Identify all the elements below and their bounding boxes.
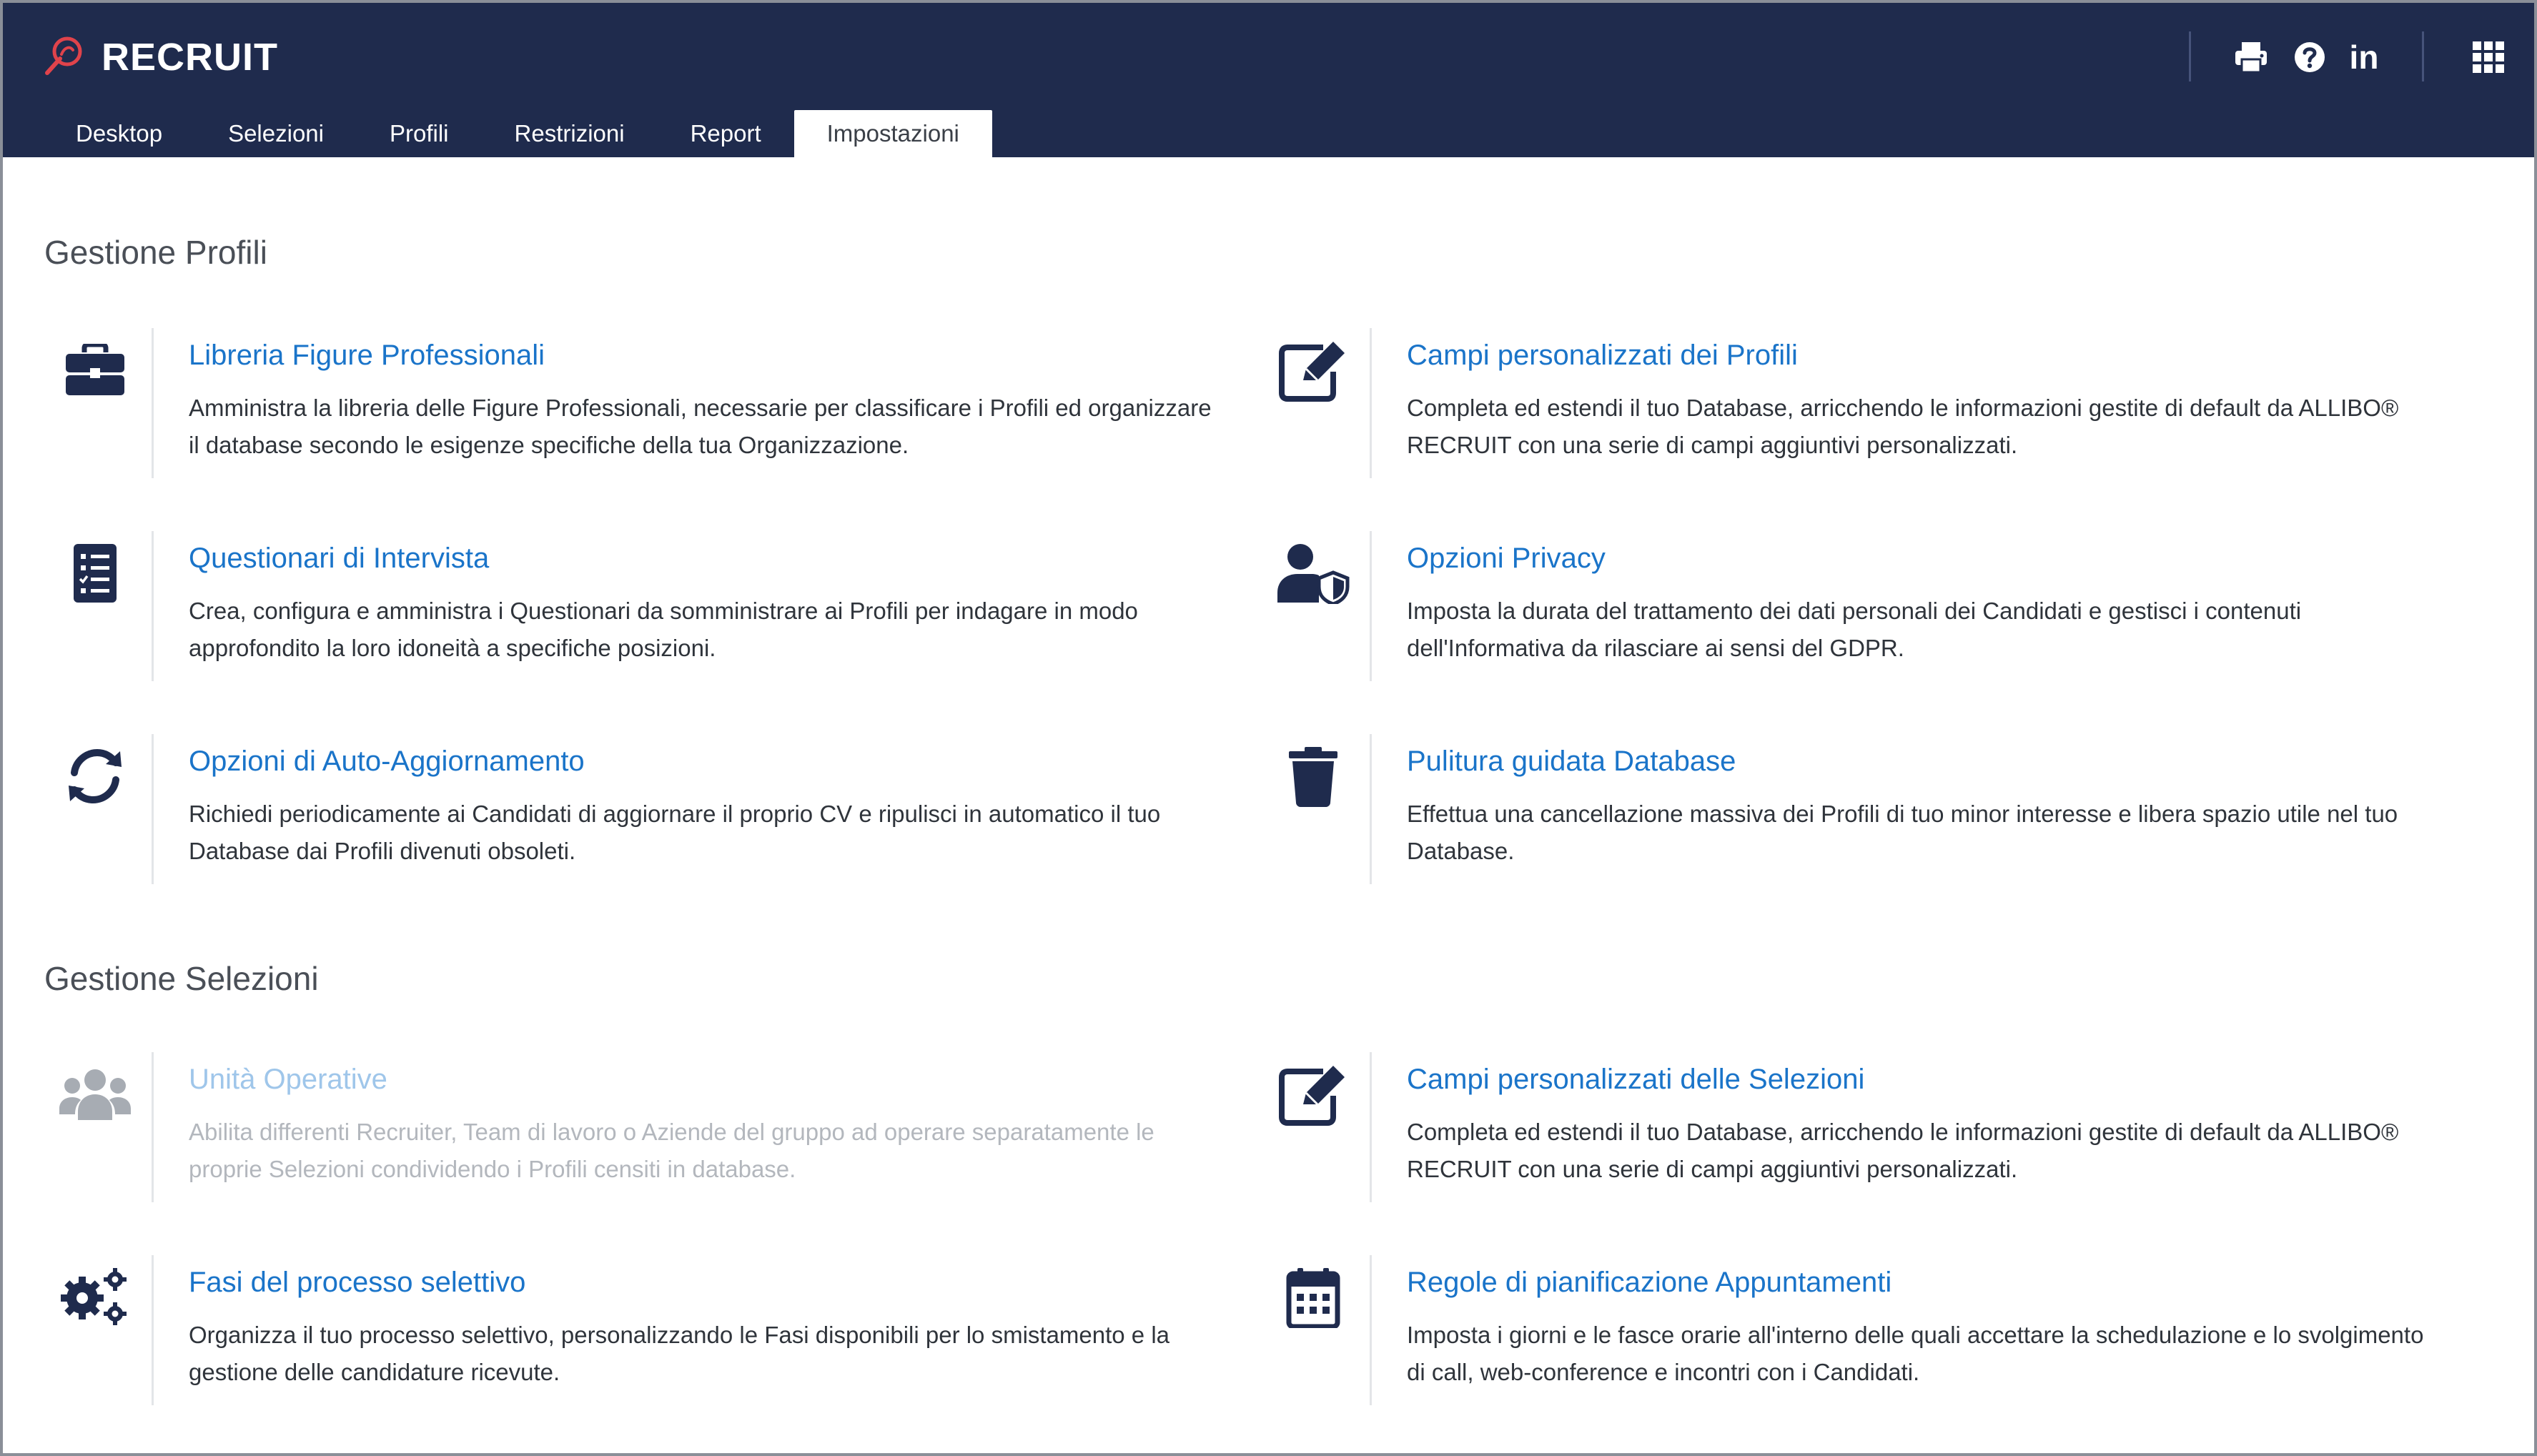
- linkedin-icon: in: [2349, 39, 2379, 76]
- brand[interactable]: RECRUIT: [43, 34, 278, 80]
- section-title-gestione-profili: Gestione Profili: [44, 234, 267, 271]
- user-shield-icon: [1271, 531, 1355, 615]
- card-divider: [152, 531, 154, 681]
- card-description: Organizza il tuo processo selettivo, per…: [189, 1322, 1170, 1385]
- tab-impostazioni[interactable]: Impostazioni: [793, 110, 992, 157]
- main-tabs: Desktop Selezioni Profili Restrizioni Re…: [43, 110, 992, 157]
- card-description: Effettua una cancellazione massiva dei P…: [1407, 801, 2398, 864]
- top-navigation-bar: RECRUIT in Desktop Selezioni Profili Res…: [3, 3, 2534, 157]
- card-divider: [152, 734, 154, 884]
- help-icon: [2293, 41, 2326, 74]
- link-libreria-figure-professionali[interactable]: Libreria Figure Professionali: [189, 340, 545, 372]
- card-description: Completa ed estendi il tuo Database, arr…: [1407, 1119, 2399, 1182]
- link-regole-pianificazione-appuntamenti[interactable]: Regole di pianificazione Appuntamenti: [1407, 1267, 1891, 1299]
- link-campi-personalizzati-selezioni[interactable]: Campi personalizzati delle Selezioni: [1407, 1064, 1864, 1096]
- users-icon: [53, 1052, 137, 1136]
- section-title-gestione-selezioni: Gestione Selezioni: [44, 960, 319, 997]
- tab-desktop[interactable]: Desktop: [43, 110, 195, 157]
- tab-report[interactable]: Report: [658, 110, 794, 157]
- settings-card-campi-profili: Campi personalizzati dei Profili Complet…: [1257, 328, 2415, 485]
- trash-icon: [1271, 734, 1355, 818]
- card-divider: [1370, 1052, 1372, 1202]
- card-description: Richiedi periodicamente ai Candidati di …: [189, 801, 1161, 864]
- settings-card-questionari: Questionari di Intervista Crea, configur…: [39, 531, 1197, 688]
- link-unita-operative[interactable]: Unità Operative: [189, 1064, 387, 1096]
- link-pulitura-guidata-database[interactable]: Pulitura guidata Database: [1407, 746, 1736, 778]
- card-divider: [152, 1052, 154, 1202]
- card-divider: [1370, 531, 1372, 681]
- card-divider: [1370, 328, 1372, 478]
- checklist-icon: [53, 531, 137, 615]
- link-opzioni-privacy[interactable]: Opzioni Privacy: [1407, 543, 1606, 575]
- card-divider: [152, 328, 154, 478]
- settings-card-auto-aggiornamento: Opzioni di Auto-Aggiornamento Richiedi p…: [39, 734, 1197, 891]
- sync-icon: [53, 734, 137, 818]
- settings-card-regole-appuntamenti: Regole di pianificazione Appuntamenti Im…: [1257, 1255, 2423, 1412]
- card-divider: [1370, 734, 1372, 884]
- apps-grid-icon: [2473, 41, 2504, 73]
- tab-selezioni[interactable]: Selezioni: [195, 110, 357, 157]
- apps-menu-button[interactable]: [2463, 34, 2513, 80]
- briefcase-icon: [53, 328, 137, 412]
- settings-card-unita-operative: Unità Operative Abilita differenti Recru…: [39, 1052, 1197, 1209]
- gears-icon: [53, 1255, 137, 1339]
- header-separator: [2422, 31, 2424, 81]
- print-button[interactable]: [2226, 34, 2276, 80]
- settings-card-libreria-figure: Libreria Figure Professionali Amministra…: [39, 328, 1212, 485]
- print-icon: [2234, 41, 2268, 74]
- card-description: Completa ed estendi il tuo Database, arr…: [1407, 395, 2399, 458]
- settings-card-campi-selezioni: Campi personalizzati delle Selezioni Com…: [1257, 1052, 2415, 1209]
- app-window: RECRUIT in Desktop Selezioni Profili Res…: [0, 0, 2537, 1456]
- tab-restrizioni[interactable]: Restrizioni: [482, 110, 658, 157]
- calendar-icon: [1271, 1255, 1355, 1339]
- card-description: Imposta i giorni e le fasce orarie all'i…: [1407, 1322, 2424, 1385]
- help-button[interactable]: [2285, 34, 2335, 80]
- linkedin-button[interactable]: in: [2339, 34, 2389, 80]
- app-title: RECRUIT: [102, 36, 278, 79]
- link-questionari-intervista[interactable]: Questionari di Intervista: [189, 543, 489, 575]
- card-description: Amministra la libreria delle Figure Prof…: [189, 395, 1212, 458]
- card-divider: [152, 1255, 154, 1405]
- edit-icon: [1271, 328, 1355, 412]
- card-description: Crea, configura e amministra i Questiona…: [189, 598, 1138, 661]
- link-fasi-processo-selettivo[interactable]: Fasi del processo selettivo: [189, 1267, 525, 1299]
- header-separator: [2189, 31, 2191, 81]
- card-description: Abilita differenti Recruiter, Team di la…: [189, 1119, 1154, 1182]
- edit-icon: [1271, 1052, 1355, 1136]
- card-description: Imposta la durata del trattamento dei da…: [1407, 598, 2302, 661]
- recruit-logo-icon: [43, 34, 86, 81]
- settings-card-privacy: Opzioni Privacy Imposta la durata del tr…: [1257, 531, 2415, 688]
- link-campi-personalizzati-profili[interactable]: Campi personalizzati dei Profili: [1407, 340, 1798, 372]
- settings-card-pulitura-database: Pulitura guidata Database Effettua una c…: [1257, 734, 2415, 891]
- settings-card-fasi-processo: Fasi del processo selettivo Organizza il…: [39, 1255, 1197, 1412]
- card-divider: [1370, 1255, 1372, 1405]
- tab-profili[interactable]: Profili: [357, 110, 482, 157]
- link-opzioni-auto-aggiornamento[interactable]: Opzioni di Auto-Aggiornamento: [189, 746, 585, 778]
